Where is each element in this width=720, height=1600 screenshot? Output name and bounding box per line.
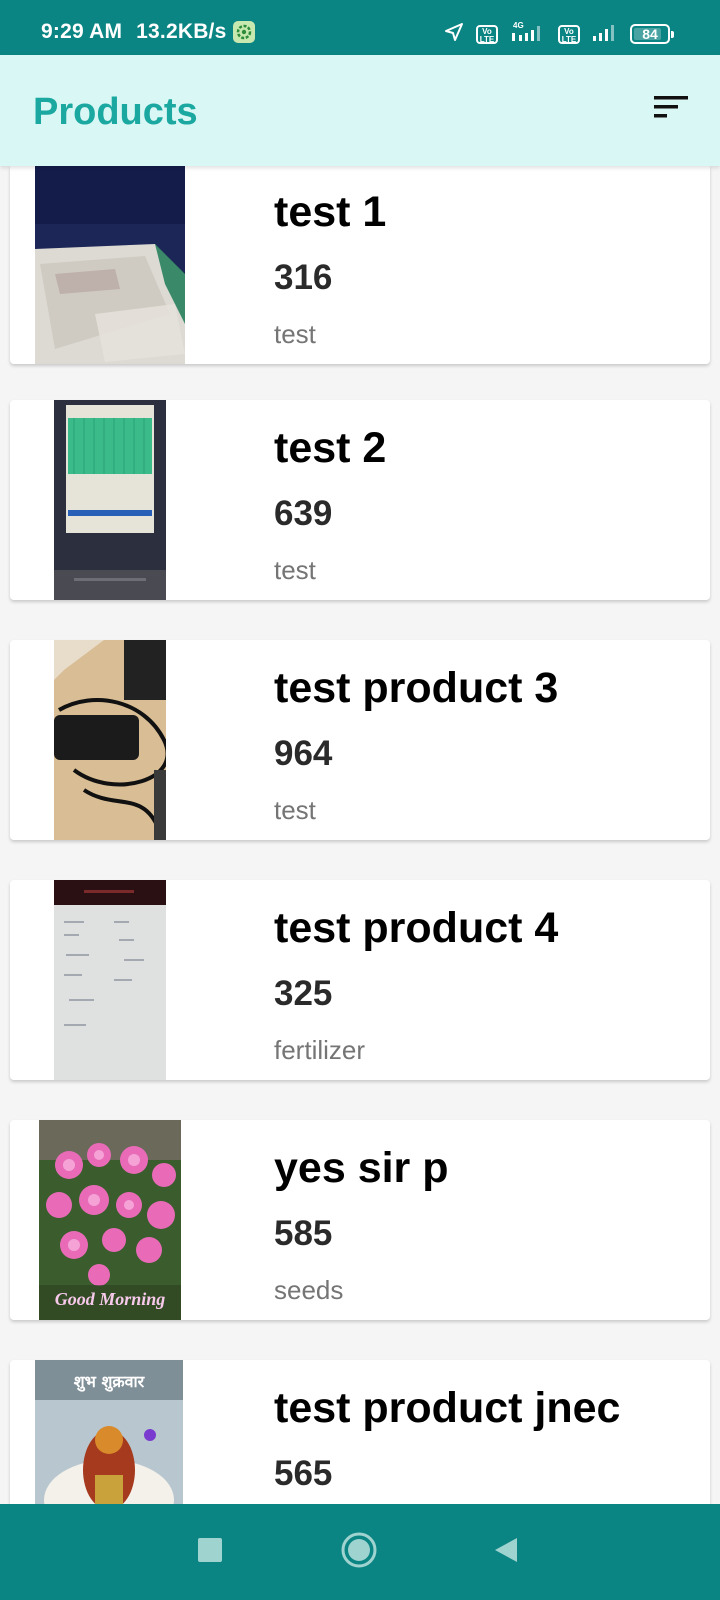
signal-4g-icon: 4G [510,21,546,48]
svg-text:4G: 4G [513,21,524,30]
product-name: test 1 [274,188,387,236]
battery-icon: 84 [630,24,674,44]
product-price: 639 [274,494,333,533]
product-price: 565 [274,1454,333,1493]
product-card[interactable]: test product 4 325 fertilizer [10,880,710,1080]
product-card[interactable]: Good Morning yes sir p 585 seeds [10,1120,710,1320]
sort-button[interactable] [650,92,692,122]
product-price: 585 [274,1214,333,1253]
recents-button[interactable] [188,1530,232,1574]
recents-icon [197,1537,223,1568]
page-title: Products [33,91,198,133]
home-button[interactable] [337,1530,381,1574]
product-name: test 2 [274,424,387,472]
product-card[interactable]: test 2 639 test [10,400,710,600]
product-category: test [274,319,316,349]
product-category: fertilizer [274,1035,366,1065]
product-price: 316 [274,258,333,297]
back-button[interactable] [484,1530,528,1574]
gear-icon [233,21,256,43]
back-icon [493,1536,519,1569]
product-name: test product jnec [274,1384,621,1432]
product-name: yes sir p [274,1144,449,1192]
signal-icon [592,22,618,47]
svg-text:Good Morning: Good Morning [55,1289,166,1309]
product-name: test product 3 [274,664,559,712]
product-category: test [274,795,316,825]
location-arrow-icon [444,22,464,47]
product-category: test [274,555,316,585]
product-image [54,400,166,600]
volte-icon: Vo LTE [476,24,498,44]
product-image [54,880,166,1080]
product-price: 964 [274,734,333,773]
product-price: 325 [274,974,333,1013]
product-list[interactable]: test 1 316 test test 2 639 test test pro… [0,166,720,1504]
product-category: seeds [274,1275,344,1305]
product-image [54,640,166,840]
product-image: Good Morning [39,1120,181,1320]
product-name: test product 4 [274,904,559,952]
status-left: 9:29 AM 13.2KB/s [41,20,256,44]
product-card[interactable]: शुभ शुक्रवार test product jnec 565 [10,1360,710,1504]
product-image [35,166,185,364]
home-icon [340,1531,378,1574]
app-bar: Products [0,55,720,166]
navigation-bar [0,1504,720,1600]
status-time: 9:29 AM [41,20,123,43]
battery-level: 84 [642,26,658,42]
svg-text:शुभ शुक्रवार: शुभ शुक्रवार [74,1372,146,1392]
status-right: Vo LTE 4G Vo LTE 84 [444,21,674,48]
volte-icon-2: Vo LTE [558,24,580,44]
status-bar: 9:29 AM 13.2KB/s Vo LTE 4G Vo LTE 84 [0,0,720,55]
product-card[interactable]: test product 3 964 test [10,640,710,840]
sort-icon [654,96,688,118]
network-speed: 13.2KB/s [136,20,227,43]
product-card[interactable]: test 1 316 test [10,166,710,364]
product-image: शुभ शुक्रवार [35,1360,183,1504]
